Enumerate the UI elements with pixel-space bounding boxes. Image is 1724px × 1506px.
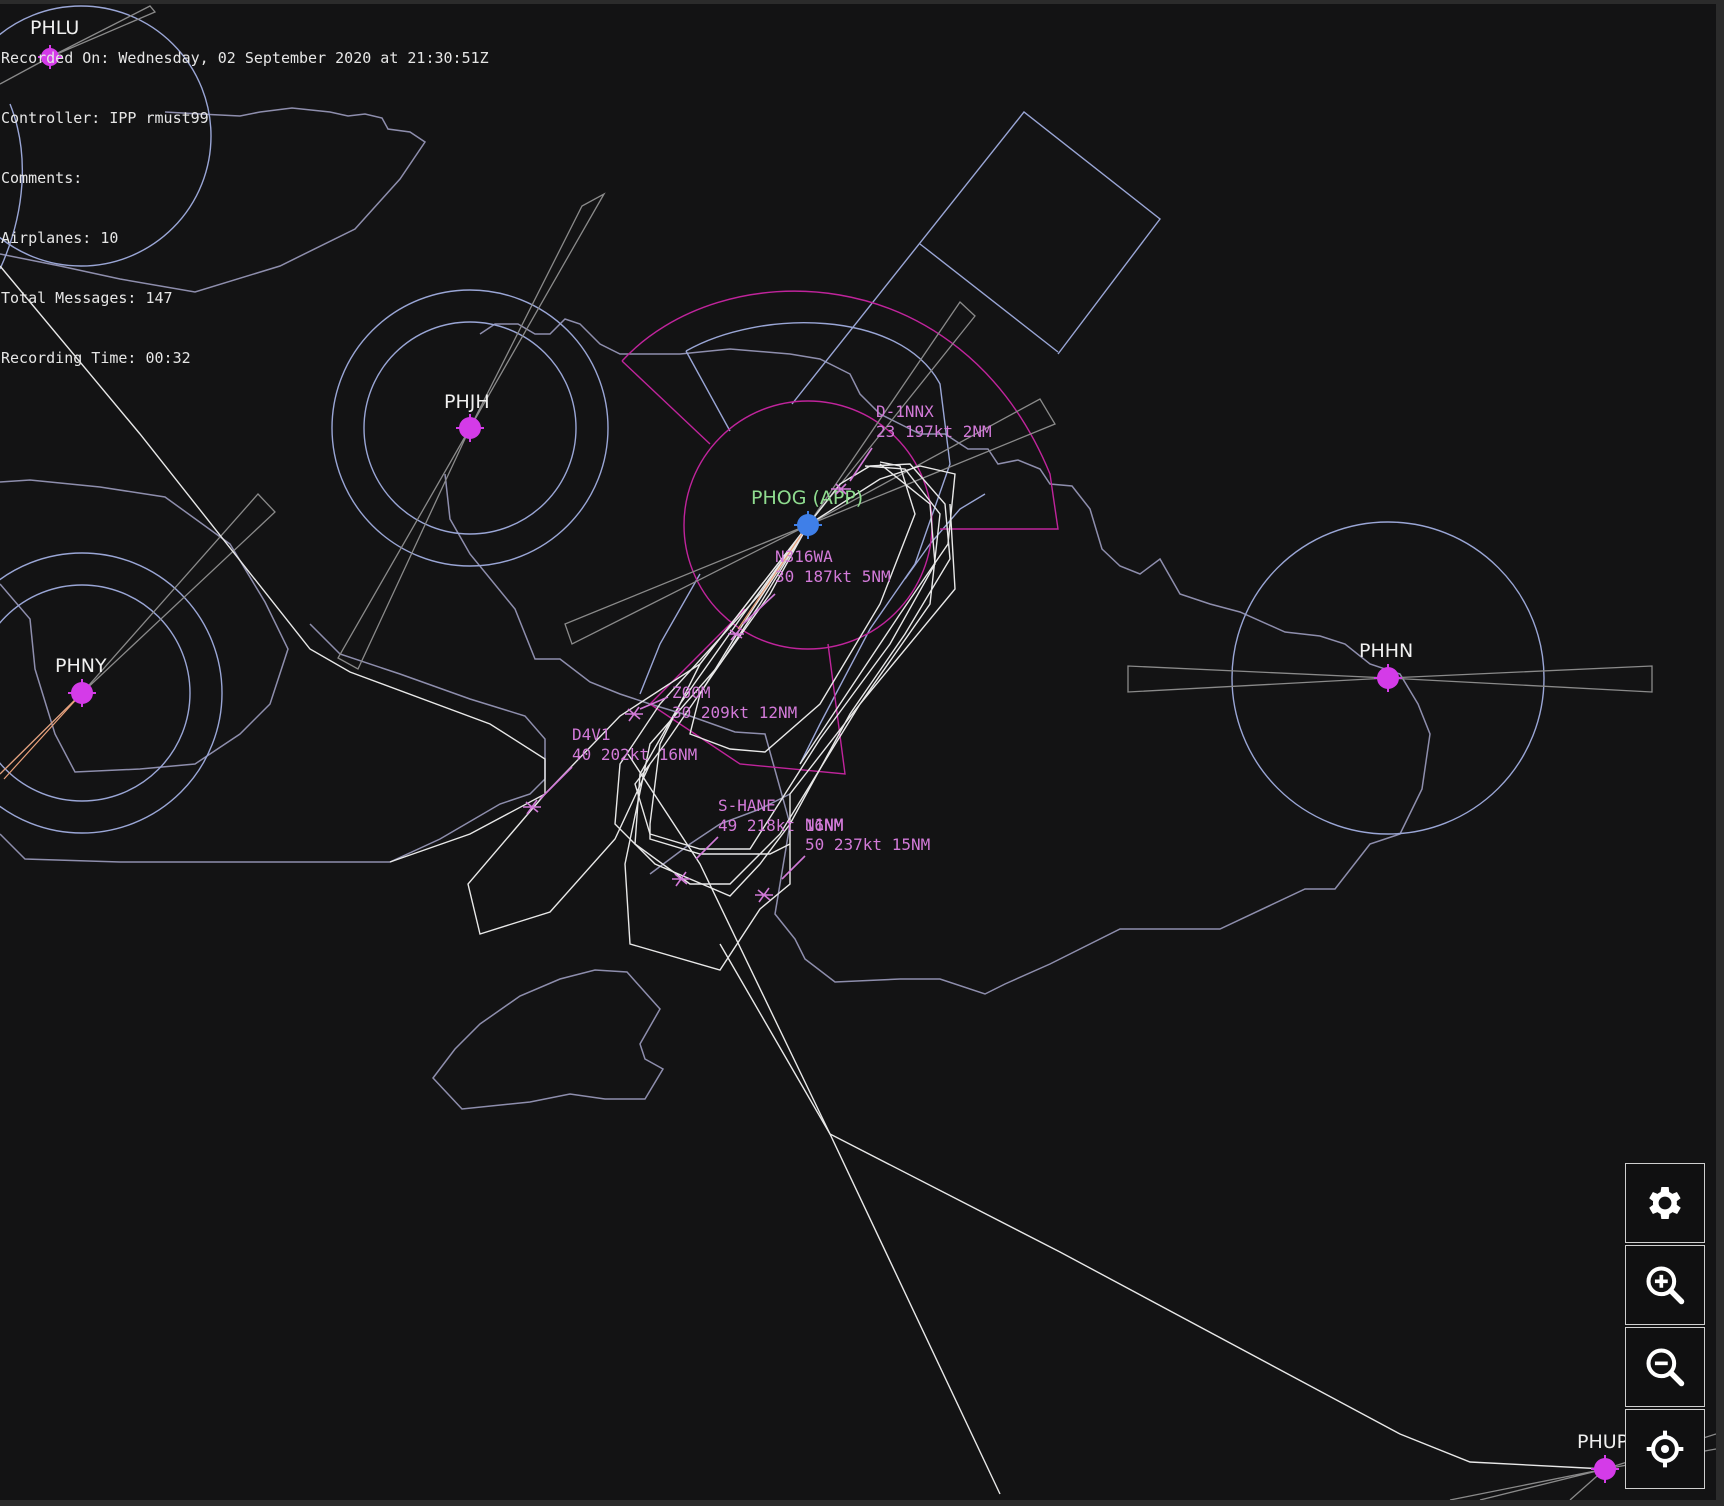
track-phny-arrival (0, 692, 83, 780)
svg-text:30 187kt 5NM: 30 187kt 5NM (775, 567, 891, 586)
aircraft-n1nm[interactable] (755, 855, 806, 903)
svg-text:PHOG (APP): PHOG (APP) (751, 487, 863, 509)
zoom-out-button[interactable] (1625, 1327, 1705, 1407)
zoom-out-icon (1646, 1348, 1685, 1387)
aircraft-s-hane[interactable] (672, 836, 719, 887)
svg-text:23 197kt 2NM: 23 197kt 2NM (876, 422, 992, 441)
coastline-main-island (444, 318, 1431, 995)
controller-text: Controller: IPP rmust99 (1, 109, 209, 127)
svg-text:PHNY: PHNY (55, 655, 107, 677)
track-d4v1 (467, 524, 809, 935)
recorded-on-text: Recorded On: Wednesday, 02 September 202… (1, 49, 489, 67)
map-controls (1625, 1163, 1708, 1491)
recording-info-panel: Recorded On: Wednesday, 02 September 202… (1, 8, 489, 408)
svg-text:PHHN: PHHN (1359, 640, 1413, 662)
svg-text:PHUP: PHUP (1577, 1431, 1628, 1453)
airport-phup[interactable]: PHUP (1577, 1431, 1628, 1483)
coastline-south-island (432, 969, 665, 1110)
svg-text:Z00M: Z00M (672, 683, 711, 702)
comments-text: Comments: (1, 169, 83, 187)
aircraft-d4v1[interactable] (523, 766, 573, 815)
airspace-phog-arc (685, 322, 951, 765)
radar-scope[interactable]: PHLU PHJH PHNY PHOG (APP) PHHN PHUP D-1N… (0, 4, 1716, 1500)
total-messages-text: Total Messages: 147 (1, 289, 173, 307)
recording-time-text: Recording Time: 00:32 (1, 349, 191, 367)
svg-text:D-1NNX: D-1NNX (876, 402, 934, 421)
svg-text:40 202kt 16NM: 40 202kt 16NM (572, 745, 697, 764)
svg-text:N1NM: N1NM (805, 815, 844, 834)
airport-phog-app[interactable]: PHOG (APP) (751, 487, 863, 539)
radar-replay-window: PHLU PHJH PHNY PHOG (APP) PHHN PHUP D-1N… (0, 0, 1724, 1506)
zoom-in-button[interactable] (1625, 1245, 1705, 1325)
crosshair-icon (1646, 1430, 1684, 1468)
airspace-corridor-north (791, 111, 1161, 405)
svg-text:D4V1: D4V1 (572, 725, 611, 744)
zoom-in-icon (1646, 1266, 1685, 1305)
svg-text:N316WA: N316WA (775, 547, 833, 566)
gear-icon (1649, 1187, 1681, 1219)
flight-tracks (0, 265, 1606, 1495)
svg-text:30 209kt 12NM: 30 209kt 12NM (672, 703, 797, 722)
airplanes-text: Airplanes: 10 (1, 229, 119, 247)
aircraft-n316wa[interactable] (728, 593, 776, 641)
recenter-button[interactable] (1625, 1409, 1705, 1489)
airport-phhn[interactable]: PHHN (1359, 640, 1413, 692)
track-phup (719, 943, 1606, 1470)
settings-button[interactable] (1625, 1163, 1705, 1243)
svg-text:50 237kt 15NM: 50 237kt 15NM (805, 835, 930, 854)
svg-text:S-HANE: S-HANE (718, 796, 776, 815)
track-southeast (627, 753, 1001, 1495)
airport-phny[interactable]: PHNY (55, 655, 107, 707)
coastline-west-island (0, 479, 289, 773)
